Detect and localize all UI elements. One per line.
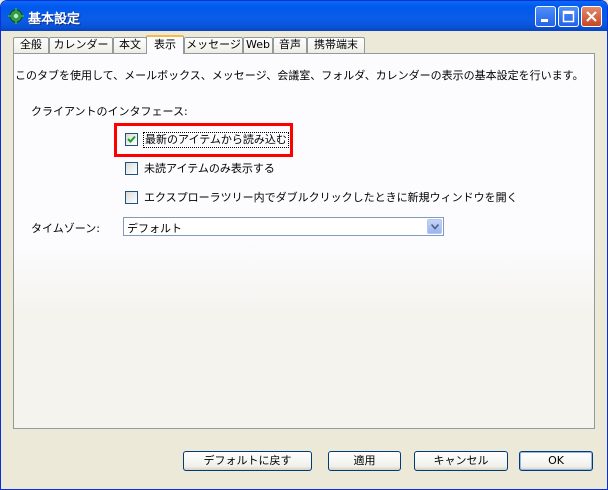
settings-dialog: 基本設定 全般 カレンダー 本文 表示 メッセージ Web 音声 携帯端末 この… xyxy=(0,0,608,490)
chevron-down-icon xyxy=(431,224,439,230)
tab-body[interactable]: 本文 xyxy=(113,37,147,53)
close-button[interactable] xyxy=(581,6,602,27)
doubleclick-new-window-checkbox[interactable] xyxy=(125,191,138,204)
tab-calendar[interactable]: カレンダー xyxy=(49,37,113,53)
tab-mobile[interactable]: 携帯端末 xyxy=(307,37,365,53)
timezone-select[interactable]: デフォルト xyxy=(123,217,444,236)
cancel-button[interactable]: キャンセル xyxy=(414,451,508,471)
window-title: 基本設定 xyxy=(28,12,81,27)
tab-voice[interactable]: 音声 xyxy=(273,37,307,53)
minimize-icon xyxy=(541,19,548,22)
client-interface-label: クライアントのインタフェース: xyxy=(31,105,188,118)
apply-button[interactable]: 適用 xyxy=(328,451,401,471)
timezone-label: タイムゾーン: xyxy=(31,222,100,235)
title-bar[interactable]: 基本設定 xyxy=(1,1,607,31)
timezone-value: デフォルト xyxy=(127,222,182,235)
reset-default-button[interactable]: デフォルトに戻す xyxy=(183,451,312,471)
timezone-dropdown-button[interactable] xyxy=(427,219,442,234)
panel-description: このタブを使用して、メールボックス、メッセージ、会議室、フォルダ、カレンダーの表… xyxy=(15,69,584,82)
unread-only-checkbox[interactable] xyxy=(125,162,138,175)
minimize-button[interactable] xyxy=(535,6,556,27)
app-icon xyxy=(8,8,24,24)
tab-message[interactable]: メッセージ xyxy=(184,37,243,53)
doubleclick-new-window-label: エクスプローラツリー内でダブルクリックしたときに新規ウィンドウを開く xyxy=(144,191,518,204)
tab-web[interactable]: Web xyxy=(243,37,273,53)
close-icon xyxy=(586,11,597,22)
maximize-button[interactable] xyxy=(558,6,579,27)
tab-general[interactable]: 全般 xyxy=(13,37,49,53)
highlight-box xyxy=(114,123,293,157)
ok-button[interactable]: OK xyxy=(519,451,593,471)
maximize-icon xyxy=(562,10,575,23)
unread-only-label: 未読アイテムのみ表示する xyxy=(144,162,275,175)
tab-display[interactable]: 表示 xyxy=(146,35,184,54)
